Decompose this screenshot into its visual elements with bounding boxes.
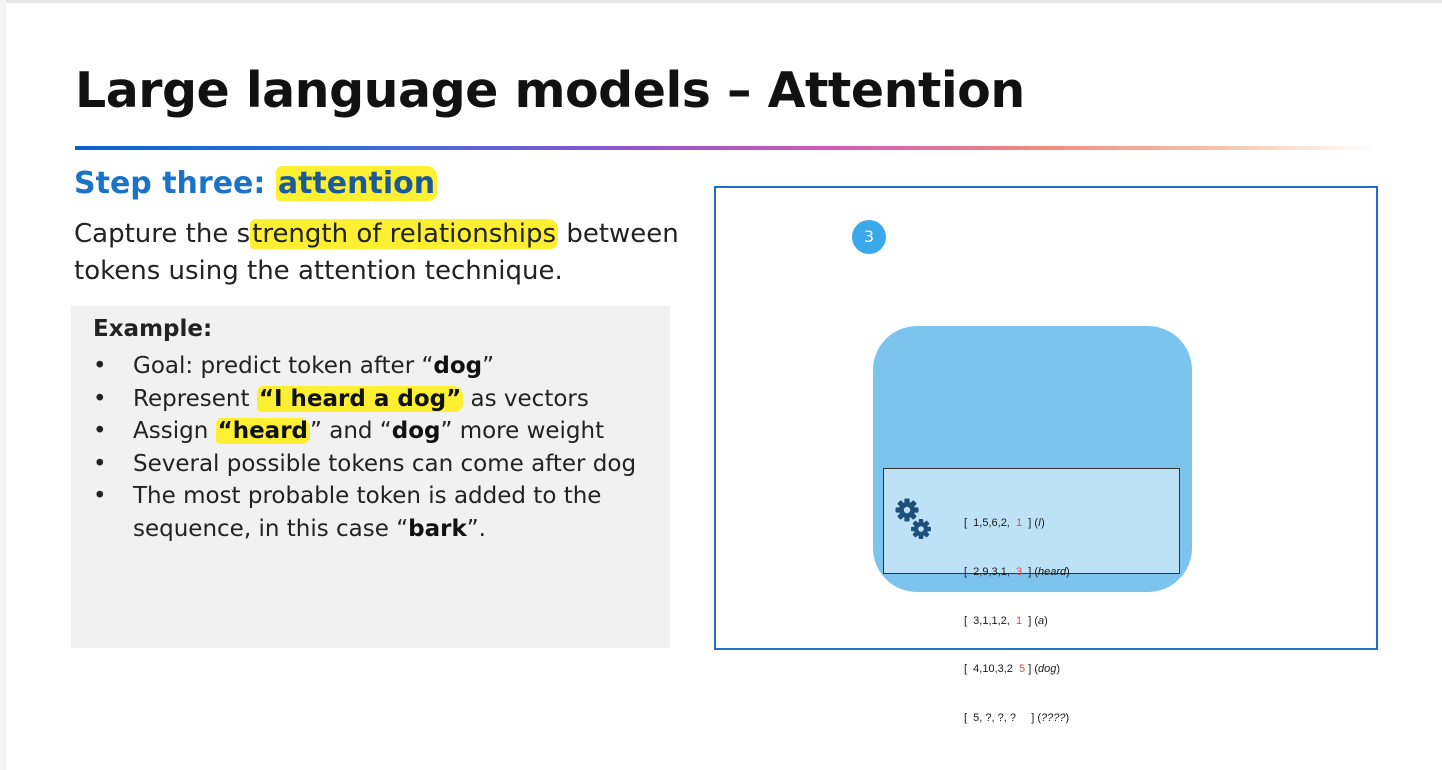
vector-values: [ 1,5,6,2, xyxy=(964,517,1016,530)
bullet-bold: dog xyxy=(391,418,441,444)
bullet-bold: bark xyxy=(408,515,467,542)
title-gradient-rule xyxy=(75,146,1375,150)
vector-bracket: ] ( xyxy=(1022,517,1038,530)
vector-paren: ) xyxy=(1065,711,1070,724)
vector-row: [ 5, ?, ?, ? ] (????) xyxy=(964,710,1070,726)
vector-rows: [ 1,5,6,2, 1 ] (I) [ 2,9,3,1, 3 ] (heard… xyxy=(964,483,1070,758)
bullet-text: ” xyxy=(482,353,495,379)
window-left-edge xyxy=(0,0,6,770)
diagram-panel: 3 [1,5,6,2, 1] (I) [2,9,3,1, 3] (hea… xyxy=(714,186,1378,724)
bullet-bold: dog xyxy=(433,353,483,379)
vector-row: [ 1,5,6,2, 1 ] (I) xyxy=(964,515,1070,531)
vector-row: [ 2,9,3,1, 3 ] (heard) xyxy=(964,564,1070,580)
vector-row: [ 3,1,1,2, 1 ] (a) xyxy=(964,613,1070,629)
bullet-text: ” and “ xyxy=(310,418,392,444)
vector-token: heard xyxy=(1038,566,1067,579)
bullet-text: as vectors xyxy=(463,385,589,412)
slide-title: Large language models – Attention xyxy=(75,62,1025,119)
bullet-goal: • Goal: predict token after “dog” xyxy=(93,350,663,383)
vector-values: [ 2,9,3,1, xyxy=(964,566,1016,579)
example-box: Example: • Goal: predict token after “dog… xyxy=(71,306,670,648)
vector-bracket: ] ( xyxy=(1031,711,1042,724)
bullet-dot: • xyxy=(93,385,107,412)
step-heading: Step three: attention xyxy=(74,166,438,201)
vector-paren: ) xyxy=(1056,663,1061,676)
vector-token: dog xyxy=(1038,663,1057,676)
bullet-text: Several possible tokens can come after d… xyxy=(133,450,637,477)
window-top-border xyxy=(0,0,1442,3)
bullet-most-probable: • The most probable token is added to the… xyxy=(93,480,663,545)
bullet-dot: • xyxy=(93,353,107,379)
vector-values: [ 5, ?, ?, ? xyxy=(964,711,1032,724)
vector-paren: ) xyxy=(1044,614,1048,627)
bullet-text: ”. xyxy=(466,515,486,542)
bullet-highlight: “I heard a dog” xyxy=(256,385,464,412)
description-highlight: trength of relationships xyxy=(250,219,559,249)
vector-matrix: [ 1,5,6,2, 1 ] (I) [ 2,9,3,1, 3 ] (heard… xyxy=(883,468,1180,724)
example-bullet-list: • Goal: predict token after “dog” • Repres… xyxy=(93,350,663,545)
vector-values: [ 3,1,1,2, xyxy=(964,614,1016,627)
bullet-highlight: “heard xyxy=(215,418,310,444)
model-card: [ 1,5,6,2, 1 ] (I) [ 2,9,3,1, 3 ] (heard… xyxy=(873,326,1192,724)
bullet-several: • Several possible tokens can come after … xyxy=(93,448,663,481)
bullet-text: Assign xyxy=(133,418,216,444)
bullet-dot: • xyxy=(93,450,107,477)
step-heading-highlight: attention xyxy=(275,166,438,201)
vector-bracket: ] ( xyxy=(1022,566,1038,579)
step-description: Capture the strength of relationships be… xyxy=(74,216,694,290)
vector-token: ???? xyxy=(1041,711,1066,724)
bullet-represent: • Represent “I heard a dog” as vectors xyxy=(93,383,663,416)
bullet-text: Represent xyxy=(133,385,257,412)
step-heading-prefix: Step three: xyxy=(74,166,276,201)
vector-row: [ 4,10,3,2 5 ] (dog) xyxy=(964,661,1070,677)
vector-bracket: ] ( xyxy=(1022,614,1038,627)
bullet-dot: • xyxy=(93,418,107,444)
description-part1: Capture the s xyxy=(74,219,251,249)
bullet-text: The most probable token is added to the … xyxy=(133,483,602,542)
gears-icon xyxy=(895,498,931,539)
bullet-dot: • xyxy=(93,483,107,509)
vector-paren: ) xyxy=(1066,566,1070,579)
bullet-text: Goal: predict token after “ xyxy=(133,353,434,379)
vector-values: [ 4,10,3,2 xyxy=(964,663,1020,676)
bullet-text: ” more weight xyxy=(440,418,605,444)
bullet-assign: • Assign “heard” and “dog” more weight xyxy=(93,415,663,448)
example-title: Example: xyxy=(93,316,213,342)
vector-bracket: ] ( xyxy=(1025,663,1039,676)
step-number-badge: 3 xyxy=(852,220,886,254)
vector-paren: ) xyxy=(1041,517,1045,530)
